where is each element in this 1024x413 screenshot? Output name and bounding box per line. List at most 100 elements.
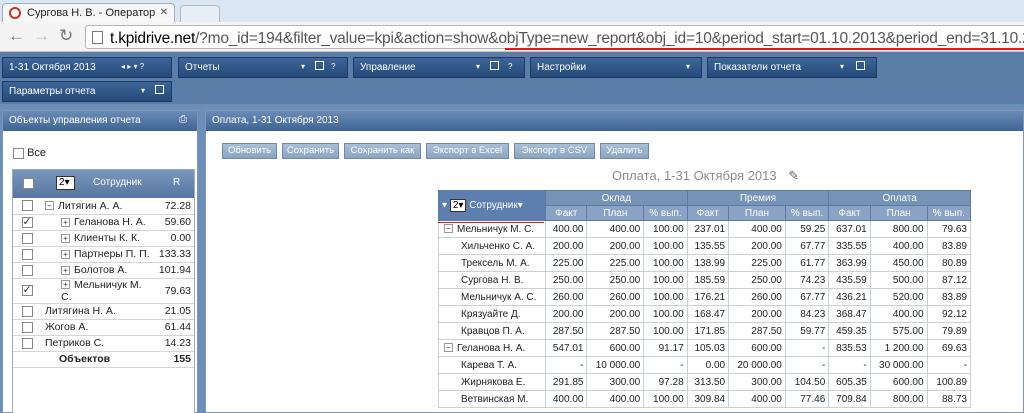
report-row[interactable]: Кравцов П. А. 287.50 287.50 100.00 171.85 287… (438, 322, 972, 340)
menu-management[interactable]: Управление ▾ ? (353, 57, 525, 78)
object-checkbox[interactable] (21, 305, 33, 317)
subcol-header[interactable]: % вып. (643, 205, 688, 221)
report-cell: 800.00 (869, 220, 928, 238)
object-row[interactable]: + Болотов А. 101.94 (13, 262, 194, 279)
window-icon[interactable] (490, 61, 499, 70)
menu-report-params-label: Параметры отчета (9, 86, 96, 97)
object-row[interactable]: + Клиенты К. К. 0.00 (13, 230, 194, 247)
report-cell: 400.00 (544, 390, 588, 408)
menu-report-params[interactable]: Параметры отчета ▾ (2, 81, 172, 102)
back-icon[interactable]: ← (8, 26, 25, 46)
expand-icon[interactable]: + (61, 249, 70, 259)
object-row[interactable]: Литягина Н. А. 21.05 (13, 303, 194, 320)
export-csv-button[interactable]: Экспорт в CSV (514, 143, 595, 159)
object-checkbox[interactable] (21, 321, 33, 333)
header-checkbox[interactable] (23, 178, 34, 189)
col-r[interactable]: R (173, 177, 180, 188)
save-as-button[interactable]: Сохранить как (344, 143, 421, 159)
select-all[interactable]: Все (13, 147, 46, 159)
object-checkbox[interactable] (21, 248, 33, 260)
group-header: Оклад (545, 190, 688, 206)
expand-icon[interactable]: + (61, 280, 70, 290)
reload-icon[interactable]: ↻ (59, 26, 73, 46)
sort-icon[interactable]: ▾ (442, 200, 447, 211)
object-name: Жогов А. (45, 321, 89, 333)
subcol-header[interactable]: Факт (544, 205, 588, 221)
menu-reports[interactable]: Отчеты ▾ ? (178, 57, 348, 78)
report-row[interactable]: − Мельничук М. С. 400.00 400.00 100.00 237.01… (438, 220, 972, 238)
subcol-header[interactable]: План (728, 205, 786, 221)
collapse-icon[interactable]: − (45, 201, 54, 211)
object-row[interactable]: Жогов А. 61.44 (13, 319, 194, 336)
close-tab-icon[interactable]: ✕ (160, 7, 168, 18)
object-checkbox[interactable] (21, 215, 33, 228)
object-row[interactable]: +Мельничук М. С. 79.63 (13, 278, 194, 304)
report-employee-name: Трексель М. А. (461, 257, 530, 269)
delete-button[interactable]: Удалить (600, 143, 649, 159)
print-icon[interactable]: ⎙ (179, 114, 187, 125)
subcol-header[interactable]: % вып. (784, 205, 830, 221)
object-checkbox[interactable] (21, 264, 33, 276)
object-checkbox[interactable] (21, 283, 33, 297)
report-cell: 100.89 (926, 373, 972, 391)
object-row[interactable]: − Литягин А. А. 72.28 (13, 198, 194, 215)
object-row[interactable]: + Партнеры П. П. 133.33 (13, 246, 194, 263)
report-row[interactable]: Карева Т. А. -10 000.00-0.00 20 000.00- -30… (438, 356, 972, 374)
collapse-icon[interactable]: − (444, 343, 453, 353)
expand-icon[interactable]: + (61, 233, 70, 243)
subcol-header[interactable]: Факт (686, 205, 730, 221)
subcol-header[interactable]: Факт (828, 205, 871, 221)
report-row[interactable]: Сургова Н. В. 250.00 250.00 100.00 185.59 250… (438, 271, 972, 289)
col-employee[interactable]: Сотрудник (93, 177, 142, 188)
menu-indicators[interactable]: Показатели отчета ▾ (707, 57, 877, 78)
collapse-icon[interactable]: − (444, 224, 453, 234)
report-level-value: 2 (452, 200, 459, 211)
edit-icon[interactable]: ✎ (788, 168, 799, 183)
select-all-checkbox[interactable] (13, 147, 24, 159)
report-row[interactable]: Крязуайте Д. 200.00 200.00 100.00 168.47 200.… (438, 305, 972, 323)
window-icon[interactable] (155, 85, 164, 94)
report-row[interactable]: − Геланова Н. А. 547.01 600.00 91.17 105.03 60… (438, 339, 972, 357)
refresh-button[interactable]: Обновить (222, 143, 277, 159)
report-level-select[interactable]: 2▾ (449, 199, 467, 212)
new-tab-button[interactable] (180, 5, 220, 22)
export-excel-button[interactable]: Экспорт в Excel (426, 143, 509, 159)
report-row[interactable]: Хильченко С. А. 200.00 200.00 100.00 135.55 2… (438, 237, 972, 255)
period-nav-icon[interactable]: ◂ ▸ ▾ ? (121, 62, 144, 71)
expand-icon[interactable]: + (61, 217, 70, 227)
subcol-header[interactable]: План (586, 205, 645, 221)
subcol-header[interactable]: % вып. (926, 205, 972, 221)
subcol-header[interactable]: План (869, 205, 928, 221)
object-row[interactable]: Петриков С. 14.23 (13, 335, 194, 352)
report-row[interactable]: Трексель М. А. 225.00 225.00 100.00 138.99 22… (438, 254, 972, 272)
save-button[interactable]: Сохранить (282, 143, 339, 159)
forward-icon[interactable]: → (33, 26, 50, 46)
object-checkbox[interactable] (21, 337, 33, 349)
help-icon[interactable]: ? (508, 62, 512, 71)
address-bar[interactable]: t.kpidrive.net/?mo_id=194&filter_value=k… (85, 25, 1024, 49)
report-employee-header[interactable]: ▾ 2▾ Сотрудник▾ (438, 190, 546, 221)
report-cell: - (643, 356, 688, 374)
report-cell: 67.77 (784, 288, 830, 306)
object-checkbox[interactable] (21, 200, 33, 212)
expand-icon[interactable]: + (61, 265, 70, 275)
report-cell: 260.00 (728, 288, 786, 306)
window-icon[interactable] (315, 61, 324, 70)
report-row[interactable]: Мельничук А. С. 260.00 260.00 100.00 176.21 2… (438, 288, 972, 306)
object-r-value: 21.05 (164, 305, 191, 317)
menu-settings[interactable]: Настройки ▾ (530, 57, 702, 78)
report-cell: 100.00 (643, 220, 688, 238)
report-cell: 200.00 (586, 237, 645, 255)
browser-tab[interactable]: Сургова Н. В. - Оператор ✕ (2, 3, 175, 22)
report-cell: 436.21 (828, 288, 871, 306)
object-name: Петриков С. (45, 337, 105, 349)
report-row[interactable]: Ветвинская М. 400.00 400.00 100.00 309.84 400… (438, 390, 972, 408)
period-selector[interactable]: 1-31 Октября 2013 ◂ ▸ ▾ ? (2, 57, 172, 78)
object-row[interactable]: + Геланова Н. А. 59.60 (13, 214, 194, 231)
window-icon[interactable] (856, 61, 865, 70)
help-icon[interactable]: ? (331, 62, 335, 71)
level-select[interactable]: 2▾ (56, 176, 75, 190)
object-checkbox[interactable] (21, 232, 33, 244)
report-employee-name: Карева Т. А. (461, 359, 518, 371)
report-row[interactable]: Жирнякова Е. 291.85 300.00 97.28 313.50 300.0… (438, 373, 972, 391)
